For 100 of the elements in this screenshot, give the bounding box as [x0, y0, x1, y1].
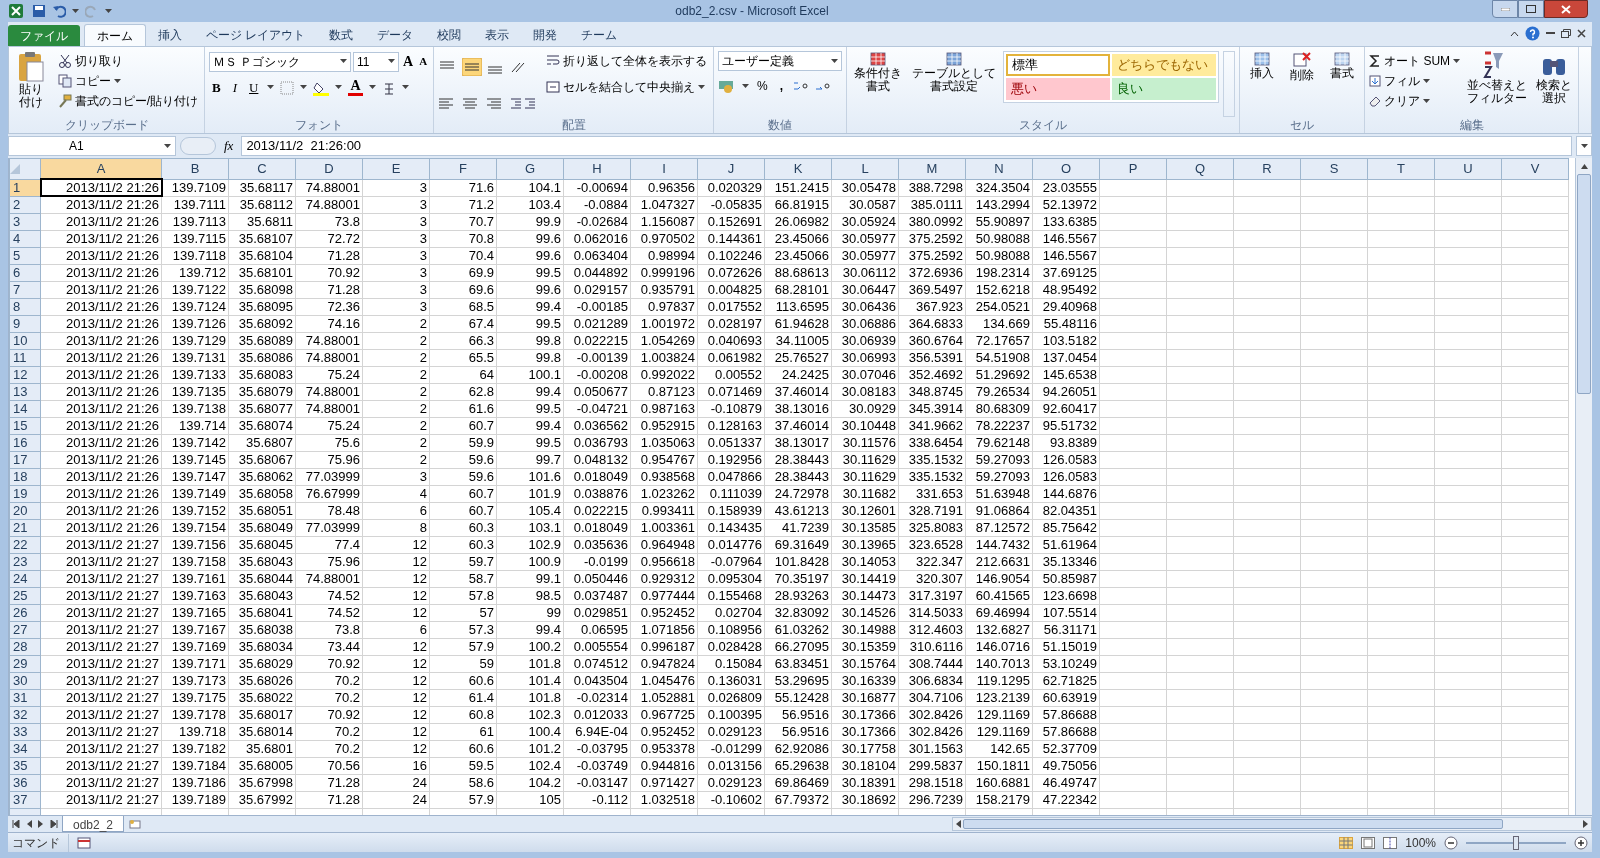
clear-button[interactable]: クリア	[1369, 91, 1461, 111]
percent-button[interactable]: %	[755, 77, 770, 95]
caret-icon[interactable]	[113, 78, 121, 84]
column-header[interactable]: Q	[1166, 158, 1234, 179]
column-header[interactable]: N	[965, 158, 1033, 179]
caret-icon[interactable]	[388, 59, 395, 64]
insert-function-button[interactable]: fx	[220, 136, 238, 156]
format-painter-button[interactable]: 書式のコピー/貼り付け	[55, 91, 200, 111]
column-header[interactable]: G	[496, 158, 564, 179]
undo-icon[interactable]	[52, 4, 66, 18]
ribbon-tab[interactable]: 挿入	[146, 24, 194, 46]
format-as-table-button[interactable]: テーブルとして書式設定	[909, 51, 1000, 117]
italic-button[interactable]: I	[229, 78, 240, 98]
delete-button[interactable]: 削除	[1284, 51, 1321, 117]
font-name-dropdown[interactable]: ＭＳ Ｐゴシック	[209, 51, 351, 72]
caret-icon[interactable]	[300, 85, 308, 91]
format-button[interactable]: 書式	[1324, 51, 1361, 117]
formula-field[interactable]: 2013/11/2 21:26:00	[241, 136, 1572, 156]
align-right-icon[interactable]	[486, 96, 503, 111]
restore-button[interactable]	[1518, 0, 1544, 18]
page-layout-icon[interactable]	[1361, 836, 1376, 849]
cut-button[interactable]: 切り取り	[55, 51, 200, 71]
shrink-font-button[interactable]: A	[417, 53, 430, 70]
find-select-button[interactable]: 検索と選択	[1534, 51, 1575, 117]
scroll-up-icon[interactable]	[1580, 163, 1588, 169]
caret-icon[interactable]	[831, 58, 839, 64]
previous-sheet-icon[interactable]	[26, 820, 32, 828]
cell-style-option[interactable]: 悪い	[1006, 78, 1111, 100]
column-header[interactable]: K	[764, 158, 832, 179]
column-header[interactable]: T	[1367, 158, 1435, 179]
column-header[interactable]: B	[161, 158, 229, 179]
insert-button[interactable]: 挿入	[1244, 51, 1281, 117]
autosum-button[interactable]: オート SUM	[1369, 51, 1461, 71]
excel-icon[interactable]	[8, 3, 24, 19]
column-header[interactable]: M	[898, 158, 966, 179]
column-header[interactable]: L	[831, 158, 899, 179]
caret-icon[interactable]	[164, 143, 171, 149]
grow-font-button[interactable]: A	[401, 51, 416, 72]
column-header[interactable]: C	[228, 158, 296, 179]
macro-record-icon[interactable]	[77, 836, 91, 849]
collapse-ribbon-icon[interactable]	[1510, 30, 1519, 37]
name-box[interactable]: A1	[8, 136, 176, 156]
ribbon-tab[interactable]: チーム	[569, 24, 630, 46]
last-sheet-icon[interactable]	[50, 820, 58, 828]
ribbon-tab[interactable]: 数式	[317, 24, 366, 46]
ribbon-tab[interactable]: 開発	[521, 24, 570, 46]
caret-icon[interactable]	[368, 85, 376, 91]
ribbon-tab[interactable]: 校閲	[425, 24, 474, 46]
column-header[interactable]: E	[362, 158, 430, 179]
caret-icon[interactable]	[72, 8, 79, 14]
conditional-formatting-button[interactable]: 条件付き書式	[851, 51, 906, 117]
fill-button[interactable]: フィル	[1369, 71, 1461, 91]
cell-style-option[interactable]: 良い	[1112, 78, 1217, 100]
column-header[interactable]: P	[1099, 158, 1167, 179]
caret-icon[interactable]	[742, 83, 750, 89]
caret-icon[interactable]	[401, 85, 409, 91]
bold-button[interactable]: B	[209, 78, 224, 98]
caret-icon[interactable]	[1423, 98, 1431, 104]
file-tab[interactable]: ファイル	[8, 25, 80, 46]
indent-icon[interactable]	[510, 96, 537, 111]
underline-button[interactable]: U	[246, 78, 262, 98]
caret-icon[interactable]	[105, 8, 112, 14]
ribbon-tab[interactable]: データ	[365, 24, 426, 46]
merge-center-button[interactable]: セルを結合して中央揃え	[544, 77, 710, 97]
first-sheet-icon[interactable]	[12, 820, 20, 828]
column-header[interactable]: O	[1032, 158, 1100, 179]
caret-icon[interactable]	[1453, 58, 1461, 64]
zoom-out-icon[interactable]	[1444, 835, 1458, 850]
save-icon[interactable]	[32, 4, 46, 18]
page-break-icon[interactable]	[1383, 836, 1398, 849]
zoom-slider[interactable]	[1466, 835, 1566, 850]
font-size-dropdown[interactable]: 11	[353, 51, 399, 72]
column-header[interactable]: R	[1233, 158, 1301, 179]
comma-button[interactable]: ,	[775, 77, 788, 95]
copy-button[interactable]: コピー	[55, 71, 200, 91]
vertical-scrollbar[interactable]	[1575, 158, 1592, 815]
column-header[interactable]: V	[1501, 158, 1569, 179]
caret-icon[interactable]	[1423, 78, 1431, 84]
ribbon-tab[interactable]: 表示	[473, 24, 522, 46]
cell-style-option[interactable]: どちらでもない	[1112, 54, 1217, 76]
paste-button[interactable]: 貼り付け	[13, 51, 50, 117]
caret-icon[interactable]	[1580, 143, 1588, 149]
zoom-level[interactable]: 100%	[1405, 833, 1436, 852]
column-header[interactable]: D	[295, 158, 363, 179]
close-button[interactable]	[1544, 0, 1588, 18]
column-header[interactable]: F	[429, 158, 497, 179]
restore-icon[interactable]	[1561, 29, 1571, 38]
caret-icon[interactable]	[267, 85, 275, 91]
minimize-icon[interactable]	[1546, 32, 1555, 35]
column-header[interactable]: J	[697, 158, 765, 179]
column-header[interactable]: U	[1434, 158, 1502, 179]
align-center-icon[interactable]	[462, 96, 479, 111]
expand-formula-button[interactable]	[1576, 136, 1592, 156]
increase-decimal-icon[interactable]	[793, 79, 810, 93]
column-header[interactable]: H	[563, 158, 631, 179]
column-header[interactable]: S	[1300, 158, 1368, 179]
wrap-text-button[interactable]: 折り返して全体を表示する	[544, 51, 710, 71]
number-format-dropdown[interactable]: ユーザー定義	[718, 51, 843, 71]
column-header[interactable]: I	[630, 158, 698, 179]
font-color-button[interactable]: A	[348, 79, 363, 97]
